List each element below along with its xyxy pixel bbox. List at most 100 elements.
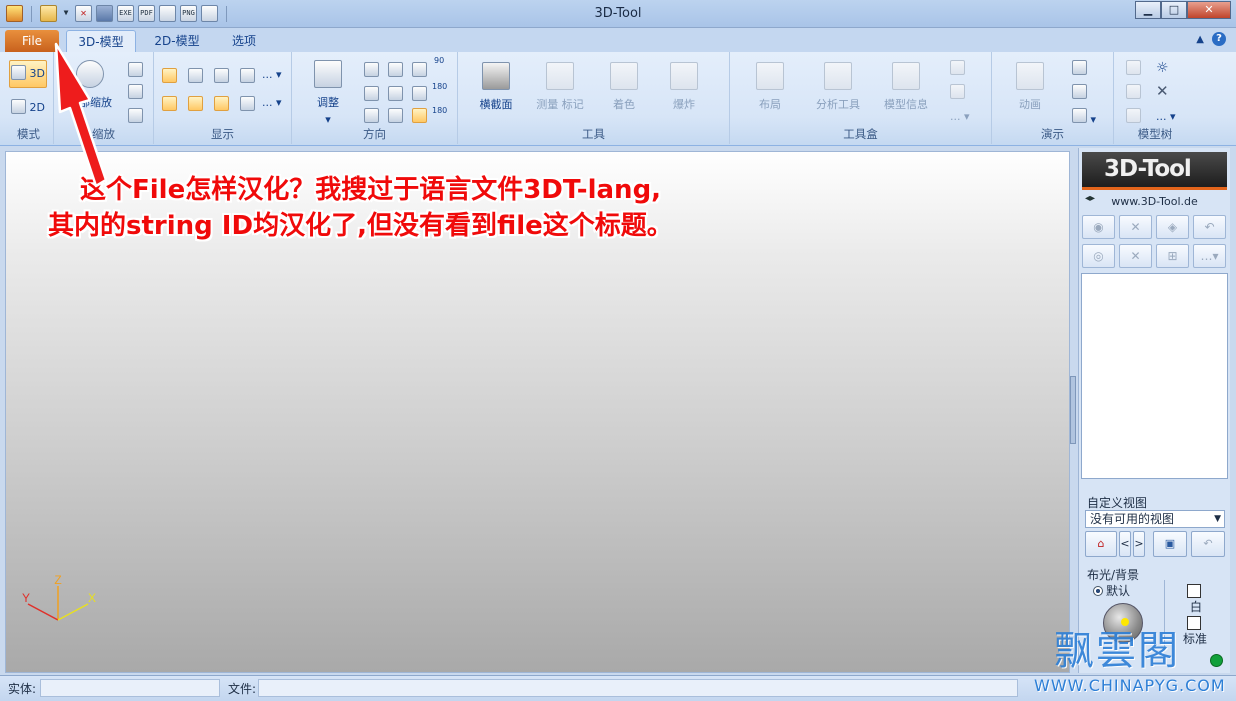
toolbox-small-1-button[interactable] <box>950 60 965 78</box>
view-back-button[interactable] <box>388 62 403 80</box>
next-view-button[interactable]: > <box>1133 531 1145 557</box>
mode-2d-label: 2D <box>29 101 45 114</box>
rotate-180b-button[interactable]: 180 <box>432 106 447 115</box>
tree-more-button[interactable]: ... ▾ <box>1156 110 1176 123</box>
view-iso3-button[interactable] <box>412 108 427 126</box>
dimension-icon <box>188 96 203 111</box>
hide-icon[interactable]: ✕ <box>1119 215 1152 239</box>
light-button[interactable]: ☼ <box>1156 60 1169 76</box>
edges-button[interactable] <box>162 96 177 114</box>
views-select-value: 没有可用的视图 <box>1090 512 1175 526</box>
group-label-tools: 工具 <box>582 127 605 141</box>
toolbox-small-2-button[interactable] <box>950 84 965 102</box>
help-icon[interactable]: ? <box>1212 32 1226 46</box>
zoom-all-button[interactable]: 全部缩放 <box>62 60 118 110</box>
shaded-cube-icon <box>162 68 177 83</box>
wireframe-button[interactable] <box>240 68 255 86</box>
shaded-button[interactable] <box>162 68 177 86</box>
window-title: 3D-Tool <box>594 6 642 21</box>
mode-3d-button[interactable]: 3D <box>9 60 47 88</box>
prev-view-button[interactable]: < <box>1119 531 1131 557</box>
undo-view-button[interactable]: ↶ <box>1191 531 1225 557</box>
tab-2d-model[interactable]: 2D-模型 <box>142 30 212 52</box>
view-bottom-button[interactable] <box>388 86 403 104</box>
show-icon[interactable]: ◉ <box>1082 215 1115 239</box>
model-info-button[interactable]: 模型信息 <box>880 62 932 112</box>
rotate-90-button[interactable]: 90 <box>434 56 444 65</box>
film-strip-button[interactable]: ▾ <box>1072 108 1096 126</box>
cross-section-button[interactable]: 横截面 <box>472 62 520 112</box>
film-strip-icon <box>1072 108 1087 123</box>
tree-item-2-button[interactable] <box>1126 84 1141 102</box>
hidden-line-button[interactable] <box>214 68 229 86</box>
undo-visibility-icon[interactable]: ↶ <box>1193 215 1226 239</box>
view-front-button[interactable] <box>364 62 379 80</box>
group-label-zoom: 缩放 <box>92 127 115 141</box>
cross-section-label: 横截面 <box>479 98 513 111</box>
rotate-180-label: 180 <box>432 82 448 91</box>
toolbox-small-1-icon <box>950 60 965 75</box>
views-select[interactable]: 没有可用的视图 ▼ <box>1085 510 1225 528</box>
measure-button[interactable]: 测量 标记 <box>532 62 588 112</box>
zoom-box-button[interactable] <box>128 84 143 102</box>
save-view-button[interactable]: ▣ <box>1153 531 1187 557</box>
minimize-button[interactable]: ▁ <box>1135 1 1161 19</box>
delete-button[interactable]: ✕ <box>1156 82 1169 100</box>
show-all-icon[interactable]: ◎ <box>1082 244 1115 268</box>
window-controls: ▁ □ ✕ <box>1135 1 1231 19</box>
website-link[interactable]: www.3D-Tool.de <box>1082 195 1227 208</box>
view-iso2-button[interactable] <box>388 108 403 126</box>
zoom-window-button[interactable] <box>128 62 143 80</box>
transparency-icon <box>240 96 255 111</box>
color-button[interactable]: 着色 <box>604 62 644 112</box>
model-tree-view[interactable] <box>1081 273 1228 479</box>
model-tree-toolbar-1: ◉ ✕ ◈ ↶ <box>1082 215 1226 239</box>
tab-3d-model[interactable]: 3D-模型 <box>66 30 136 52</box>
explode-button[interactable]: 爆炸 <box>664 62 704 112</box>
wireframe-icon <box>240 68 255 83</box>
layout-button[interactable]: 布局 <box>750 62 790 112</box>
tree-item-3-button[interactable] <box>1126 108 1141 126</box>
white-bg-checkbox[interactable] <box>1187 584 1201 598</box>
analysis-tools-button[interactable]: 分析工具 <box>812 62 864 112</box>
tab-options[interactable]: 选项 <box>218 30 270 52</box>
standard-bg-checkbox[interactable] <box>1187 616 1201 630</box>
annotation-line-2: 其内的string ID均汉化了,但没有看到file这个标题。 <box>48 211 673 241</box>
right-panel: 3D-Tool ◂▸ www.3D-Tool.de ◉ ✕ ◈ ↶ ◎ ✕ ⊞ … <box>1078 148 1230 673</box>
adjust-button[interactable]: 调整 ▾ <box>308 60 348 126</box>
dimensions-button[interactable] <box>188 96 203 114</box>
white-bg-label: 白 <box>1190 600 1203 614</box>
transparency-button[interactable] <box>240 96 255 114</box>
rotate-180-button[interactable]: 180 <box>432 82 447 91</box>
zoom-dynamic-button[interactable] <box>128 108 143 126</box>
home-view-button[interactable]: ⌂ <box>1085 531 1117 557</box>
display-more-button[interactable]: ... ▾ <box>262 68 282 81</box>
tree-structure-icon[interactable]: ⊞ <box>1156 244 1189 268</box>
view-right-button[interactable] <box>412 86 427 104</box>
group-mode: 3D 2D 模式 <box>4 52 54 144</box>
fullscreen-button[interactable] <box>1072 60 1087 78</box>
ribbon: 3D 2D 模式 全部缩放 缩放 ... ▾ ... ▾ 显示 调整 ▾ 90 … <box>0 52 1236 146</box>
animation-button[interactable]: 动画 <box>1010 62 1050 112</box>
hide-all-icon[interactable]: ✕ <box>1119 244 1152 268</box>
default-light-radio[interactable]: 默认 <box>1093 582 1130 599</box>
toolbox-more-button[interactable]: ... ▾ <box>950 110 970 123</box>
view-iso3-icon <box>412 108 427 123</box>
maximize-button[interactable]: □ <box>1161 1 1187 19</box>
view-left-button[interactable] <box>412 62 427 80</box>
more-options-icon[interactable]: …▾ <box>1193 244 1226 268</box>
file-tab[interactable]: File <box>5 30 59 52</box>
tree-item-1-button[interactable] <box>1126 60 1141 78</box>
close-button[interactable]: ✕ <box>1187 1 1231 19</box>
view-top-button[interactable] <box>364 86 379 104</box>
collapse-ribbon-icon[interactable]: ▲ <box>1196 34 1204 45</box>
shaded-edges-button[interactable] <box>188 68 203 86</box>
display-more-2-button[interactable]: ... ▾ <box>262 96 282 109</box>
pmi-button[interactable] <box>214 96 229 114</box>
view-iso1-button[interactable] <box>364 108 379 126</box>
shaded-edges-icon <box>188 68 203 83</box>
panel-splitter[interactable] <box>1070 376 1076 444</box>
window-button[interactable] <box>1072 84 1087 102</box>
isolate-icon[interactable]: ◈ <box>1156 215 1189 239</box>
mode-2d-button[interactable]: 2D <box>9 98 47 118</box>
